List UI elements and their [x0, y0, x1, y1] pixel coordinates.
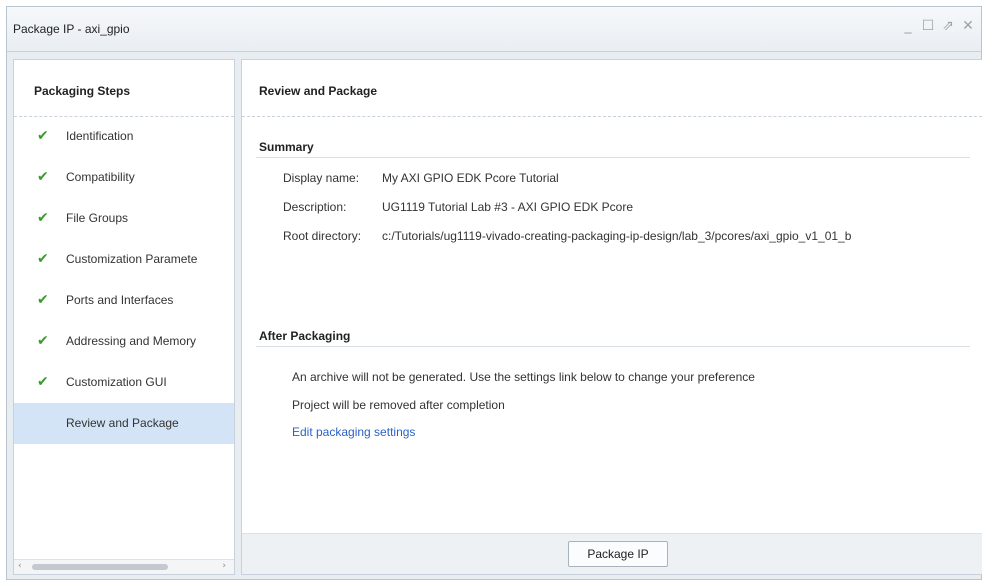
- check-icon: ✔: [37, 169, 49, 185]
- archive-note: An archive will not be generated. Use th…: [292, 370, 755, 384]
- window-controls: _ ☐ ⇗ ✕: [901, 18, 975, 34]
- step-label: Compatibility: [66, 170, 135, 184]
- packaging-steps-title: Packaging Steps: [34, 84, 131, 98]
- steps-list: ✔ Identification ✔ Compatibility ✔ File …: [14, 116, 234, 444]
- packaging-steps-panel: Packaging Steps ✔ Identification ✔ Compa…: [13, 59, 235, 575]
- window-title: Package IP - axi_gpio: [13, 22, 130, 36]
- after-packaging-divider: [256, 346, 970, 347]
- minimize-icon[interactable]: _: [901, 18, 915, 34]
- step-label: File Groups: [66, 211, 129, 225]
- step-label: Review and Package: [66, 416, 179, 430]
- step-identification[interactable]: ✔ Identification: [14, 116, 234, 157]
- step-label: Customization Paramete: [66, 252, 198, 266]
- step-customization-parameters[interactable]: ✔ Customization Paramete: [14, 239, 234, 280]
- check-icon: ✔: [37, 210, 49, 226]
- display-name-value: My AXI GPIO EDK Pcore Tutorial: [382, 171, 559, 185]
- step-addressing-and-memory[interactable]: ✔ Addressing and Memory: [14, 321, 234, 362]
- step-file-groups[interactable]: ✔ File Groups: [14, 198, 234, 239]
- step-label: Ports and Interfaces: [66, 293, 174, 307]
- project-removal-note: Project will be removed after completion: [292, 398, 505, 412]
- package-ip-dialog: Package IP - axi_gpio _ ☐ ⇗ ✕ Packaging …: [6, 6, 982, 580]
- review-package-title: Review and Package: [259, 84, 378, 98]
- description-value: UG1119 Tutorial Lab #3 - AXI GPIO EDK Pc…: [382, 200, 634, 214]
- step-customization-gui[interactable]: ✔ Customization GUI: [14, 362, 234, 403]
- root-directory-value: c:/Tutorials/ug1119-vivado-creating-pack…: [382, 229, 852, 243]
- restore-icon[interactable]: ⇗: [941, 18, 955, 34]
- summary-divider: [256, 157, 970, 158]
- edit-packaging-settings-link[interactable]: Edit packaging settings: [292, 425, 415, 439]
- review-package-panel: Review and Package Summary Display name:…: [241, 59, 982, 575]
- step-label: Addressing and Memory: [66, 334, 197, 348]
- maximize-icon[interactable]: ☐: [921, 18, 935, 34]
- display-name-label: Display name:: [283, 171, 360, 185]
- summary-title: Summary: [259, 140, 314, 154]
- close-icon[interactable]: ✕: [961, 18, 975, 34]
- step-compatibility[interactable]: ✔ Compatibility: [14, 157, 234, 198]
- after-packaging-title: After Packaging: [259, 329, 351, 343]
- dialog-footer: Package IP: [242, 533, 982, 574]
- scroll-right-icon[interactable]: ›: [222, 561, 226, 571]
- review-package-header: Review and Package: [242, 60, 982, 117]
- step-label: Identification: [66, 129, 134, 143]
- scrollbar-thumb[interactable]: [32, 564, 168, 570]
- step-review-and-package[interactable]: Review and Package: [14, 403, 234, 444]
- horizontal-scrollbar[interactable]: ‹ ›: [14, 559, 234, 574]
- scroll-left-icon[interactable]: ‹: [18, 561, 22, 571]
- check-icon: ✔: [37, 374, 49, 390]
- root-directory-label: Root directory:: [283, 229, 362, 243]
- description-label: Description:: [283, 200, 347, 214]
- check-icon: ✔: [37, 251, 49, 267]
- check-icon: ✔: [37, 292, 49, 308]
- step-ports-and-interfaces[interactable]: ✔ Ports and Interfaces: [14, 280, 234, 321]
- check-icon: ✔: [37, 333, 49, 349]
- step-label: Customization GUI: [66, 375, 167, 389]
- title-bar[interactable]: Package IP - axi_gpio _ ☐ ⇗ ✕: [7, 7, 981, 52]
- package-ip-button[interactable]: Package IP: [568, 541, 668, 567]
- check-icon: ✔: [37, 128, 49, 144]
- packaging-steps-header: Packaging Steps: [14, 60, 234, 117]
